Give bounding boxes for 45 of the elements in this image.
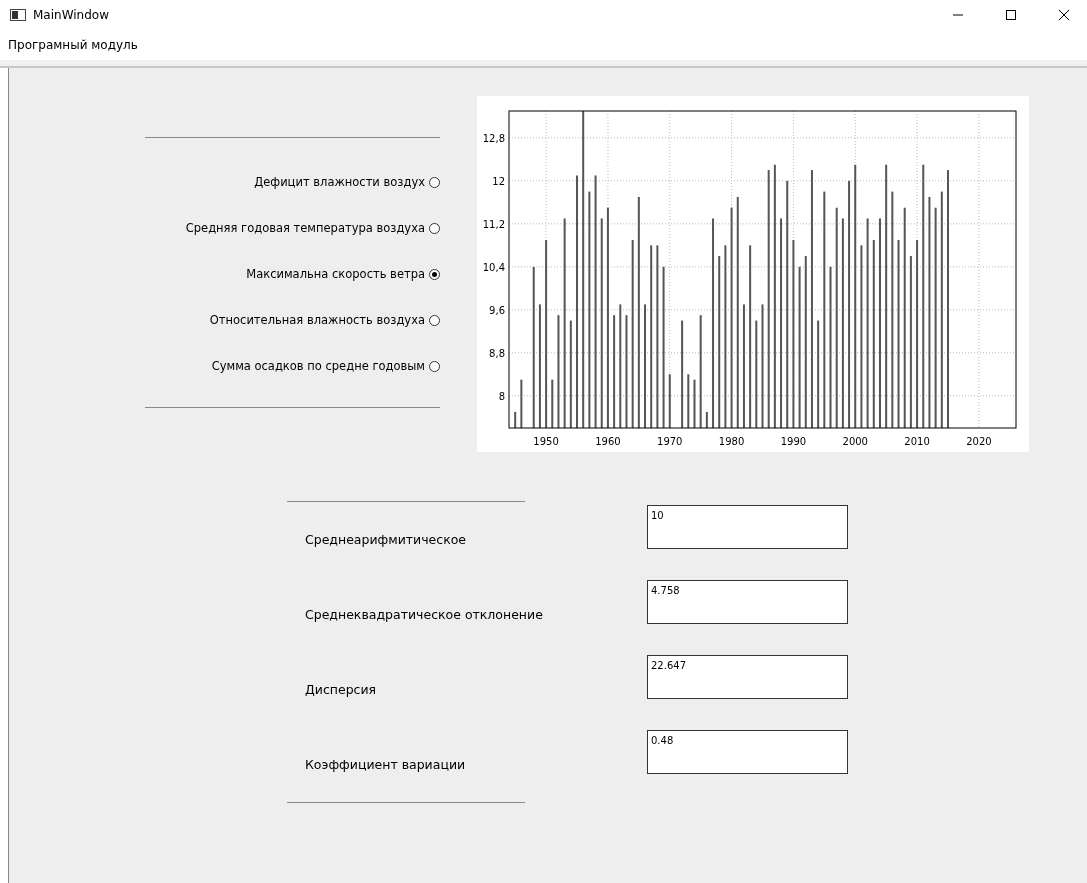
- bar: [551, 379, 554, 428]
- value-field[interactable]: 22.647: [647, 655, 848, 699]
- close-icon: [1059, 10, 1069, 20]
- x-tick-label: 1980: [718, 436, 745, 447]
- bar: [668, 374, 671, 428]
- radio-option[interactable]: Дефицит влажности воздух: [254, 172, 440, 192]
- value-field[interactable]: 4.758: [647, 580, 848, 624]
- app-icon: [10, 9, 26, 21]
- radio-option[interactable]: Средняя годовая температура воздуха: [185, 218, 440, 238]
- statistic-label: Среднеарифмитическое: [304, 531, 467, 549]
- radio-button[interactable]: [429, 360, 440, 372]
- y-tick-label: 12: [492, 175, 505, 187]
- y-tick-label: 8,8: [489, 347, 505, 359]
- x-tick-label: 2020: [966, 436, 992, 447]
- bar: [520, 379, 523, 428]
- y-tick-label: 12,8: [482, 132, 505, 144]
- menu-item[interactable]: Програмный модуль: [6, 38, 140, 52]
- radio-button[interactable]: [429, 314, 440, 326]
- value-field[interactable]: 10: [647, 505, 848, 549]
- radio-option[interactable]: Относительная влажность воздуха: [209, 310, 440, 330]
- y-tick-label: 11,2: [482, 218, 505, 230]
- radio-button[interactable]: [429, 268, 440, 280]
- bar: [705, 411, 708, 428]
- x-tick-label: 2000: [842, 436, 868, 447]
- radio-option[interactable]: Максимальна скорость ветра: [246, 264, 440, 284]
- radio-button[interactable]: [429, 176, 440, 188]
- statistic-label: Коэффициент вариации: [304, 756, 466, 774]
- y-tick-label: 9,6: [489, 304, 505, 316]
- x-tick-label: 1960: [595, 436, 621, 447]
- y-tick-label: 10,4: [482, 261, 505, 273]
- bar: [693, 379, 696, 428]
- bar: [514, 411, 517, 428]
- bar: [687, 374, 690, 428]
- x-tick-label: 1990: [780, 436, 807, 447]
- x-tick-label: 1950: [533, 436, 559, 447]
- value-field[interactable]: 0.48: [647, 730, 848, 774]
- y-tick-label: 8: [498, 390, 505, 402]
- radio-button[interactable]: [429, 222, 440, 234]
- x-tick-label: 2010: [904, 436, 930, 447]
- window-title: MainWindow: [33, 8, 110, 22]
- statistic-label: Дисперсия: [304, 681, 377, 699]
- radio-option[interactable]: Сумма осадков по средне годовым: [211, 356, 440, 376]
- x-tick-label: 1970: [657, 436, 683, 447]
- statistic-label: Среднеквадратическое отклонение: [304, 606, 543, 624]
- maximize-icon: [1006, 10, 1016, 20]
